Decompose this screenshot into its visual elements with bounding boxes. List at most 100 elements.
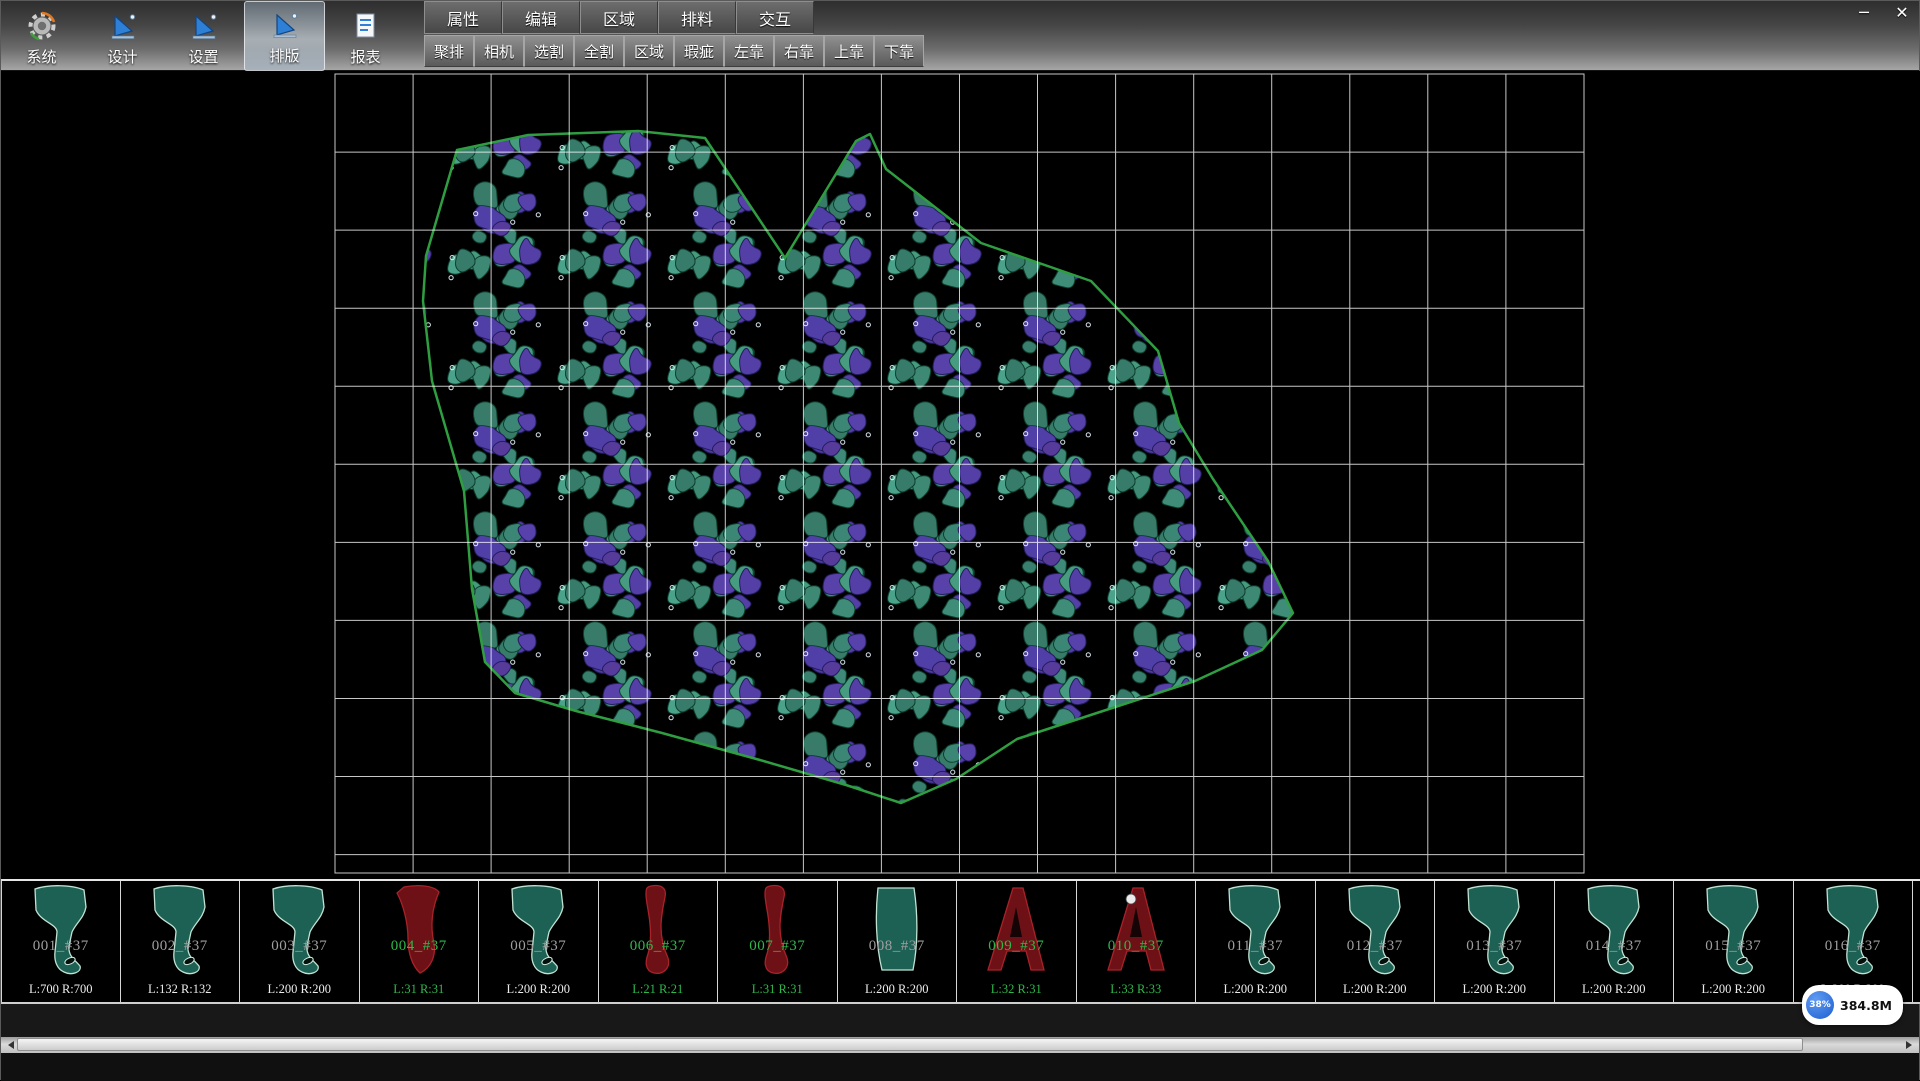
app-window: 系统 设计 bbox=[0, 0, 1920, 1080]
piece-name: 002_#37 bbox=[121, 938, 240, 955]
window-controls: ─ ✕ bbox=[1853, 2, 1913, 22]
piece-name: 013_#37 bbox=[1435, 938, 1554, 955]
piece-lr-count: L:200 R:200 bbox=[240, 982, 359, 997]
tool-buttons: 聚排 相机 选割 全割 区域 瑕疵 左靠 右靠 上靠 下靠 bbox=[424, 34, 924, 68]
scrollbar-left-arrow[interactable] bbox=[1, 1037, 17, 1053]
button-align-bottom[interactable]: 下靠 bbox=[874, 35, 924, 67]
tab-properties[interactable]: 属性 bbox=[424, 1, 502, 34]
piece-name: 003_#37 bbox=[240, 938, 359, 955]
thumbnail-cell[interactable]: 007_#37L:31 R:31 bbox=[718, 881, 838, 1002]
piece-thumbnail-shape bbox=[140, 883, 220, 975]
tab-edit[interactable]: 编辑 bbox=[502, 1, 580, 34]
piece-thumbnail-shape bbox=[737, 883, 817, 975]
piece-name: 012_#37 bbox=[1316, 938, 1435, 955]
horizontal-scrollbar[interactable] bbox=[1, 1037, 1919, 1053]
button-defect[interactable]: 瑕疵 bbox=[674, 35, 724, 67]
app-label: 系统 bbox=[26, 46, 56, 67]
gear-icon bbox=[26, 7, 58, 45]
piece-thumbnail-shape bbox=[1335, 883, 1415, 975]
scrollbar-thumb[interactable] bbox=[17, 1038, 1803, 1051]
thumbnail-cell[interactable]: 001_#37 L:700 R:700 bbox=[1, 881, 121, 1002]
piece-thumbnail-shape bbox=[1574, 883, 1654, 975]
button-align-top[interactable]: 上靠 bbox=[824, 35, 874, 67]
piece-thumbnail-shape bbox=[618, 883, 698, 975]
thumbnail-cell[interactable]: 015_#37L:200 R:200 bbox=[1674, 881, 1794, 1002]
thumbnail-cell[interactable]: 006_#37 L:21 R:21 bbox=[599, 881, 719, 1002]
app-launcher-bar: 系统 设计 bbox=[1, 1, 406, 71]
tab-interaction[interactable]: 交互 bbox=[736, 1, 814, 34]
piece-thumbnail-shape bbox=[1096, 883, 1176, 975]
piece-lr-count: L:31 R:31 bbox=[718, 982, 837, 997]
scrollbar-right-arrow[interactable] bbox=[1903, 1037, 1919, 1053]
piece-lr-count: L:200 R:200 bbox=[1674, 982, 1793, 997]
thumbnail-cell[interactable]: 002_#37 L:132 R:132 bbox=[121, 881, 241, 1002]
toolbar: 系统 设计 bbox=[1, 1, 1919, 71]
piece-thumbnail-shape bbox=[1813, 883, 1893, 975]
piece-thumbnail-shape bbox=[498, 883, 578, 975]
piece-lr-count: L:21 R:21 bbox=[599, 982, 718, 997]
piece-name: 001_#37 bbox=[2, 938, 120, 955]
piece-name: 004_#37 bbox=[360, 938, 479, 955]
bottom-spacer bbox=[1, 1004, 1919, 1037]
piece-thumbnail-strip: 001_#37L:700 R:700002_#37L:132 R:132003_… bbox=[1, 879, 1920, 1004]
piece-thumbnail-shape bbox=[379, 883, 459, 975]
app-label: 设置 bbox=[188, 46, 218, 67]
piece-lr-count: L:200 R:200 bbox=[1435, 982, 1554, 997]
button-cluster-nest[interactable]: 聚排 bbox=[424, 35, 474, 67]
thumbnail-cell[interactable]: 008_#37 L:200 R:200 bbox=[838, 881, 958, 1002]
button-align-right[interactable]: 右靠 bbox=[774, 35, 824, 67]
piece-name: 014_#37 bbox=[1555, 938, 1674, 955]
thumbnail-cell[interactable]: 012_#37 L:200 R:200 bbox=[1316, 881, 1436, 1002]
layout-icon bbox=[270, 6, 300, 44]
piece-lr-count: L:200 R:200 bbox=[479, 982, 598, 997]
piece-thumbnail-shape bbox=[1215, 883, 1295, 975]
thumbnail-cell[interactable]: 016_#37L:200 R:200 bbox=[1794, 881, 1914, 1002]
app-label: 设计 bbox=[107, 46, 137, 67]
button-select-cut[interactable]: 选割 bbox=[524, 35, 574, 67]
piece-thumbnail-shape bbox=[21, 883, 101, 975]
piece-lr-count: L:31 R:31 bbox=[360, 982, 479, 997]
piece-lr-count: L:32 R:31 bbox=[957, 982, 1076, 997]
thumbnail-cell[interactable]: 003_#37 L:200 R:200 bbox=[240, 881, 360, 1002]
piece-name: 006_#37 bbox=[599, 938, 718, 955]
leather-hide[interactable] bbox=[423, 131, 1293, 803]
tab-region[interactable]: 区域 bbox=[580, 1, 658, 34]
button-camera[interactable]: 相机 bbox=[474, 35, 524, 67]
piece-lr-count: L:200 R:200 bbox=[1196, 982, 1315, 997]
minimize-button[interactable]: ─ bbox=[1853, 2, 1875, 22]
menu-tabs: 属性 编辑 区域 排料 交互 bbox=[424, 1, 924, 34]
piece-lr-count: L:33 R:33 bbox=[1077, 982, 1196, 997]
piece-name: 010_#37 bbox=[1077, 938, 1196, 955]
piece-lr-count: L:200 R:200 bbox=[1316, 982, 1435, 997]
piece-name: 008_#37 bbox=[838, 938, 957, 955]
piece-lr-count: L:700 R:700 bbox=[2, 982, 120, 997]
nesting-viewport-svg bbox=[1, 71, 1920, 879]
close-button[interactable]: ✕ bbox=[1891, 2, 1913, 22]
thumbnail-cell[interactable]: 013_#37 L:200 R:200 bbox=[1435, 881, 1555, 1002]
app-button-report[interactable]: 报表 bbox=[325, 1, 406, 71]
piece-thumbnail-shape bbox=[976, 883, 1056, 975]
thumbnail-cell[interactable]: 010_#37 L:33 R:33 bbox=[1077, 881, 1197, 1002]
thumbnail-cell[interactable]: 005_#37L:200 R:200 bbox=[479, 881, 599, 1002]
menu-area: 属性 编辑 区域 排料 交互 聚排 相机 选割 全割 区域 瑕疵 左靠 右靠 上… bbox=[424, 1, 924, 68]
tab-nesting[interactable]: 排料 bbox=[658, 1, 736, 34]
piece-lr-count: L:200 R:200 bbox=[838, 982, 957, 997]
button-region[interactable]: 区域 bbox=[624, 35, 674, 67]
thumbnail-cell[interactable]: 011_#37L:200 R:200 bbox=[1196, 881, 1316, 1002]
app-button-settings[interactable]: 设置 bbox=[163, 1, 244, 71]
piece-thumbnail-shape bbox=[1693, 883, 1773, 975]
app-label: 排版 bbox=[269, 45, 299, 66]
app-button-layout[interactable]: 排版 bbox=[244, 1, 325, 71]
thumbnail-cell[interactable]: 004_#37 L:31 R:31 bbox=[360, 881, 480, 1002]
progress-badge: 38% bbox=[1806, 991, 1834, 1019]
thumbnail-cell[interactable]: 009_#37L:32 R:31 bbox=[957, 881, 1077, 1002]
nesting-canvas[interactable] bbox=[1, 71, 1920, 879]
app-button-design[interactable]: 设计 bbox=[82, 1, 163, 71]
button-align-left[interactable]: 左靠 bbox=[724, 35, 774, 67]
button-cut-all[interactable]: 全割 bbox=[574, 35, 624, 67]
design-icon bbox=[108, 7, 138, 45]
piece-lr-count: L:132 R:132 bbox=[121, 982, 240, 997]
app-button-system[interactable]: 系统 bbox=[1, 1, 82, 71]
thumbnail-cell[interactable]: 014_#37L:200 R:200 bbox=[1555, 881, 1675, 1002]
memory-usage: 384.8M bbox=[1840, 998, 1892, 1013]
